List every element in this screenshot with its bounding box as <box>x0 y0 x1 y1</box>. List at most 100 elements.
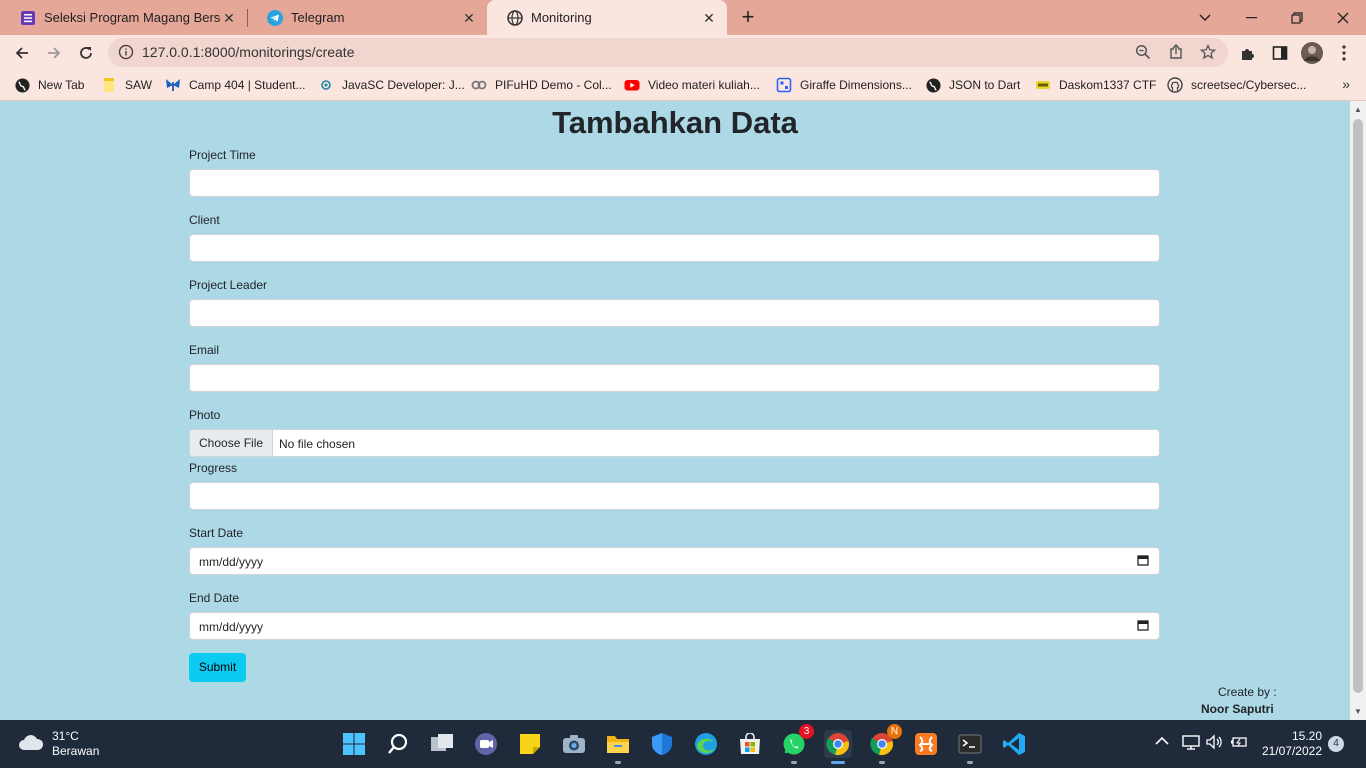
address-bar[interactable]: 127.0.0.1:8000/monitorings/create <box>108 38 1228 67</box>
bookmark-pifuhd[interactable]: PIFuHD Demo - Col... <box>471 76 612 94</box>
photo-label: Photo <box>189 408 221 422</box>
photo-file-input[interactable]: Choose File No file chosen <box>189 429 1160 457</box>
end-date-placeholder: mm/dd/yyyy <box>199 620 264 634</box>
bookmark-label: screetsec/Cybersec... <box>1191 78 1307 92</box>
chrome-profile-icon[interactable]: N <box>868 724 902 764</box>
network-icon[interactable] <box>1182 734 1200 753</box>
chevron-double-right-icon[interactable]: » <box>1342 76 1350 92</box>
forward-icon[interactable] <box>41 40 67 66</box>
client-input[interactable] <box>189 234 1160 262</box>
weather-widget[interactable]: 31°C Berawan <box>18 729 99 759</box>
extensions-icon[interactable] <box>1235 40 1261 66</box>
sticky-notes-icon[interactable] <box>516 730 544 758</box>
author-name: Noor Saputri <box>1201 702 1274 716</box>
microsoft-store-icon[interactable] <box>736 730 764 758</box>
cloud-icon <box>18 733 44 756</box>
chevron-up-icon[interactable] <box>1155 734 1169 749</box>
clock-time: 15.20 <box>1291 729 1322 743</box>
side-panel-icon[interactable] <box>1267 40 1293 66</box>
client-label: Client <box>189 213 220 227</box>
running-indicator <box>967 761 973 764</box>
bookmark-new-tab[interactable]: New Tab <box>14 76 84 94</box>
close-icon[interactable]: ✕ <box>221 10 237 26</box>
globe-icon <box>507 9 523 26</box>
teams-chat-icon[interactable] <box>472 730 500 758</box>
progress-input[interactable] <box>189 482 1160 510</box>
bookmark-giraffe[interactable]: Giraffe Dimensions... <box>776 76 912 94</box>
telegram-icon <box>267 9 283 26</box>
project-leader-input[interactable] <box>189 299 1160 327</box>
whatsapp-icon[interactable]: 3 <box>780 724 814 764</box>
end-date-input[interactable]: mm/dd/yyyy <box>189 612 1160 640</box>
search-icon[interactable] <box>384 730 412 758</box>
start-date-placeholder: mm/dd/yyyy <box>199 555 264 569</box>
tab-telegram[interactable]: Telegram ✕ <box>247 0 487 35</box>
tab-monitoring[interactable]: Monitoring ✕ <box>487 0 727 35</box>
close-icon[interactable]: ✕ <box>461 10 477 26</box>
profile-avatar[interactable] <box>1299 40 1325 66</box>
bookmark-label: Giraffe Dimensions... <box>800 78 912 92</box>
restore-icon[interactable] <box>1274 0 1320 35</box>
security-shield-icon[interactable] <box>648 730 676 758</box>
project-time-input[interactable] <box>189 169 1160 197</box>
bookmark-camp404[interactable]: Camp 404 | Student... <box>165 76 306 94</box>
task-view-icon[interactable] <box>428 730 456 758</box>
tab-title: Telegram <box>291 10 345 25</box>
choose-file-button[interactable]: Choose File <box>190 430 274 456</box>
camera-icon[interactable] <box>560 730 588 758</box>
bookmark-json-to-dart[interactable]: JSON to Dart <box>925 76 1020 94</box>
bookmark-label: JavaSC Developer: J... <box>342 78 465 92</box>
chrome-icon[interactable] <box>824 730 852 764</box>
calendar-icon[interactable] <box>1137 554 1149 569</box>
share-icon[interactable] <box>1168 44 1184 65</box>
notification-badge: 3 <box>799 724 814 739</box>
folder-icon <box>101 77 117 93</box>
calendar-icon[interactable] <box>1137 619 1149 634</box>
close-window-icon[interactable] <box>1320 0 1366 35</box>
scroll-up-icon[interactable]: ▲ <box>1354 105 1362 114</box>
tab-search-icon[interactable] <box>1182 0 1228 35</box>
volume-icon[interactable] <box>1206 734 1224 753</box>
bookmark-label: SAW <box>125 78 152 92</box>
menu-icon[interactable] <box>1331 40 1357 66</box>
notification-count-badge[interactable]: 4 <box>1328 736 1344 752</box>
created-by-label: Create by : <box>1218 685 1277 699</box>
terminal-icon[interactable] <box>956 730 984 764</box>
windows-start-icon[interactable] <box>340 730 368 758</box>
bookmark-screetsec[interactable]: screetsec/Cybersec... <box>1167 76 1306 94</box>
system-clock[interactable]: 15.20 21/07/2022 <box>1256 729 1322 759</box>
reload-icon[interactable] <box>73 40 99 66</box>
scrollbar-thumb[interactable] <box>1353 119 1363 693</box>
submit-button[interactable]: Submit <box>189 653 246 682</box>
bookmarks-bar: New Tab SAW Camp 404 | Student... JavaSC… <box>0 70 1366 101</box>
xampp-icon[interactable] <box>912 730 940 758</box>
bookmark-label: Video materi kuliah... <box>648 78 760 92</box>
new-tab-button[interactable]: + <box>736 6 760 30</box>
back-icon[interactable] <box>9 40 35 66</box>
scroll-down-icon[interactable]: ▼ <box>1354 707 1362 716</box>
bookmark-video-materi[interactable]: Video materi kuliah... <box>624 76 760 94</box>
page-scrollbar[interactable]: ▲ ▼ <box>1350 101 1366 720</box>
site-info-icon[interactable] <box>118 44 134 65</box>
colab-icon <box>471 77 487 93</box>
javasc-icon <box>318 77 334 93</box>
close-icon[interactable]: ✕ <box>701 10 717 26</box>
battery-icon[interactable] <box>1230 734 1248 753</box>
bookmark-star-icon[interactable] <box>1199 43 1217 65</box>
tab-strip: Seleksi Program Magang Bersert ✕ Telegra… <box>0 0 1366 35</box>
edge-browser-icon[interactable] <box>692 730 720 758</box>
vscode-icon[interactable] <box>1000 730 1028 758</box>
windows-taskbar: 31°C Berawan 3 N 15.20 21/07/2022 4 <box>0 720 1366 768</box>
bookmark-daskom[interactable]: Daskom1337 CTF <box>1035 76 1156 94</box>
bookmark-saw[interactable]: SAW <box>101 76 152 94</box>
tab-seleksi[interactable]: Seleksi Program Magang Bersert ✕ <box>0 0 247 35</box>
email-input[interactable] <box>189 364 1160 392</box>
url-text: 127.0.0.1:8000/monitorings/create <box>142 44 355 60</box>
tab-title: Monitoring <box>531 10 592 25</box>
file-explorer-icon[interactable] <box>604 730 632 764</box>
start-date-input[interactable]: mm/dd/yyyy <box>189 547 1160 575</box>
zoom-icon[interactable] <box>1135 44 1151 65</box>
minimize-icon[interactable] <box>1228 0 1274 35</box>
bookmark-javasc[interactable]: JavaSC Developer: J... <box>318 76 465 94</box>
globe-icon <box>925 77 941 93</box>
